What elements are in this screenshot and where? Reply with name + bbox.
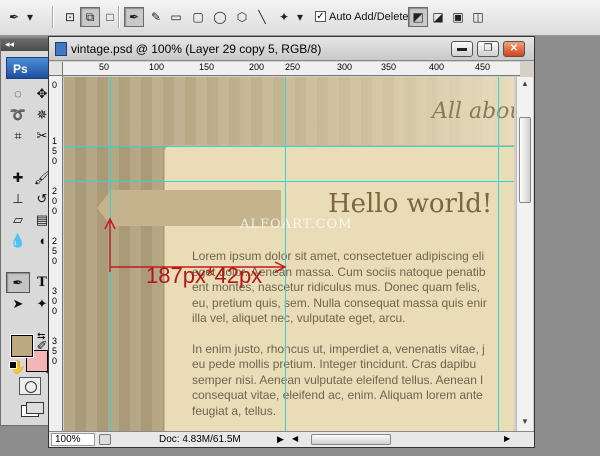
separator	[118, 6, 120, 28]
auto-add-delete-checkbox[interactable]: ✓	[315, 11, 326, 22]
document-titlebar[interactable]: vintage.psd @ 100% (Layer 29 copy 5, RGB…	[49, 37, 534, 61]
exclude-shape-area-icon[interactable]: ◫	[468, 7, 488, 27]
eraser-icon[interactable]: ▱	[6, 209, 30, 230]
measurement-label: 187px*42px	[146, 263, 263, 288]
photoshop-logo: Ps	[6, 57, 52, 79]
status-bar: 100% Doc: 4.83M/61.5M ▶ ◀ ▶	[49, 431, 534, 447]
vertical-scroll-thumb[interactable]	[519, 117, 531, 203]
ruler-tick: 100	[149, 62, 165, 72]
ruler-tick: 50	[99, 62, 110, 72]
vertical-scrollbar[interactable]: ▲ ▼	[516, 77, 533, 431]
rounded-rectangle-icon[interactable]: ▢	[188, 7, 208, 27]
ruler-tick: 450	[475, 62, 491, 72]
ruler-tick: 0	[52, 196, 58, 206]
crop-icon[interactable]: ⌗	[6, 125, 30, 146]
horizontal-ruler[interactable]: 50 100 150 200 250 300 350 400 450	[63, 62, 520, 76]
maximize-button[interactable]: ❐	[477, 41, 499, 57]
ruler-tick: 300	[337, 62, 353, 72]
ruler-tick: 150	[199, 62, 215, 72]
ruler-tick: 1	[52, 136, 58, 146]
ruler-tick: 0	[52, 206, 58, 216]
separator	[52, 6, 54, 28]
ruler-tick: 0	[52, 80, 58, 90]
ruler-tick: 0	[52, 296, 58, 306]
ruler-origin[interactable]	[49, 62, 63, 76]
lasso-icon[interactable]: ➰	[6, 104, 30, 125]
document-canvas[interactable]: All abou Hello world! ALFOART.COM Lorem …	[64, 77, 514, 431]
healing-brush-icon[interactable]: ✚	[6, 167, 30, 188]
fill-pixels-icon[interactable]: □	[100, 7, 120, 27]
options-bar: ✒ ▾ ⊡ ⧉ □ ✒ ✎ ▭ ▢ ◯ ⬡ ╲ ✦ ▾ ✓ Auto Add/D…	[0, 0, 600, 36]
auto-add-delete-label: Auto Add/Delete	[329, 11, 409, 23]
ruler-tick: 5	[52, 146, 58, 156]
pen-icon[interactable]: ✒	[124, 7, 144, 27]
ruler-tick: 2	[52, 236, 58, 246]
ruler-tick: 2	[52, 186, 58, 196]
ruler-tick: 3	[52, 336, 58, 346]
ruler-tick: 0	[52, 356, 58, 366]
close-button[interactable]: ✕	[503, 41, 525, 57]
polygon-icon[interactable]: ⬡	[232, 7, 252, 27]
pen-tool-preset-icon[interactable]: ✒	[4, 7, 24, 27]
quick-mask-icon[interactable]	[19, 377, 41, 395]
measurement-arrows	[104, 217, 287, 273]
ruler-tick: 0	[52, 256, 58, 266]
paths-mode-icon[interactable]: ⧉	[80, 7, 100, 27]
pen-tool-icon[interactable]: ✒	[6, 272, 30, 293]
horizontal-scroll-thumb[interactable]	[311, 434, 391, 445]
subtract-shape-area-icon[interactable]: ◪	[428, 7, 448, 27]
line-icon[interactable]: ╲	[252, 7, 272, 27]
psd-file-icon	[55, 42, 67, 56]
ruler-tick: 250	[285, 62, 301, 72]
ruler-tick: 5	[52, 346, 58, 356]
foreground-color-swatch[interactable]	[11, 335, 33, 357]
status-info-icon[interactable]	[99, 434, 111, 445]
clone-stamp-icon[interactable]: ⊥	[6, 188, 30, 209]
status-menu-arrow-icon[interactable]: ▶	[277, 434, 284, 445]
add-to-shape-area-icon[interactable]: ◩	[408, 7, 428, 27]
chevron-down-icon[interactable]: ▾	[24, 7, 36, 27]
freeform-pen-icon[interactable]: ✎	[146, 7, 166, 27]
document-size-info: Doc: 4.83M/61.5M	[159, 434, 241, 445]
scroll-up-icon[interactable]: ▲	[521, 79, 529, 88]
zoom-field[interactable]: 100%	[51, 433, 95, 446]
marquee-icon[interactable]: ◌	[6, 83, 30, 104]
swap-colors-icon[interactable]: ⇆	[37, 331, 45, 342]
document-window: vintage.psd @ 100% (Layer 29 copy 5, RGB…	[48, 36, 535, 448]
custom-shape-icon[interactable]: ✦	[274, 7, 294, 27]
intersect-shape-area-icon[interactable]: ▣	[448, 7, 468, 27]
vertical-ruler[interactable]: 0 1 5 0 2 0 0 2 5 0 3 0 0 3 5 0	[49, 76, 63, 431]
document-title: vintage.psd @ 100% (Layer 29 copy 5, RGB…	[71, 42, 322, 56]
scroll-down-icon[interactable]: ▼	[521, 417, 529, 426]
path-selection-icon[interactable]: ➤	[6, 293, 30, 314]
ruler-tick: 3	[52, 286, 58, 296]
minimize-button[interactable]: ▬	[451, 41, 473, 57]
rectangle-icon[interactable]: ▭	[166, 7, 186, 27]
shape-layers-icon[interactable]: ⊡	[60, 7, 80, 27]
ruler-tick: 0	[52, 156, 58, 166]
ruler-tick: 5	[52, 246, 58, 256]
ellipse-icon[interactable]: ◯	[210, 7, 230, 27]
chevron-down-icon[interactable]: ▾	[294, 7, 306, 27]
ruler-tick: 0	[52, 306, 58, 316]
ruler-tick: 400	[429, 62, 445, 72]
default-colors-icon[interactable]	[9, 361, 17, 369]
scroll-left-icon[interactable]: ◀	[292, 434, 298, 443]
ruler-tick: 200	[249, 62, 265, 72]
screen-mode-icon[interactable]	[19, 401, 45, 419]
ruler-tick: 350	[381, 62, 397, 72]
scroll-right-icon[interactable]: ▶	[504, 434, 510, 443]
blur-icon[interactable]: 💧	[6, 230, 30, 251]
